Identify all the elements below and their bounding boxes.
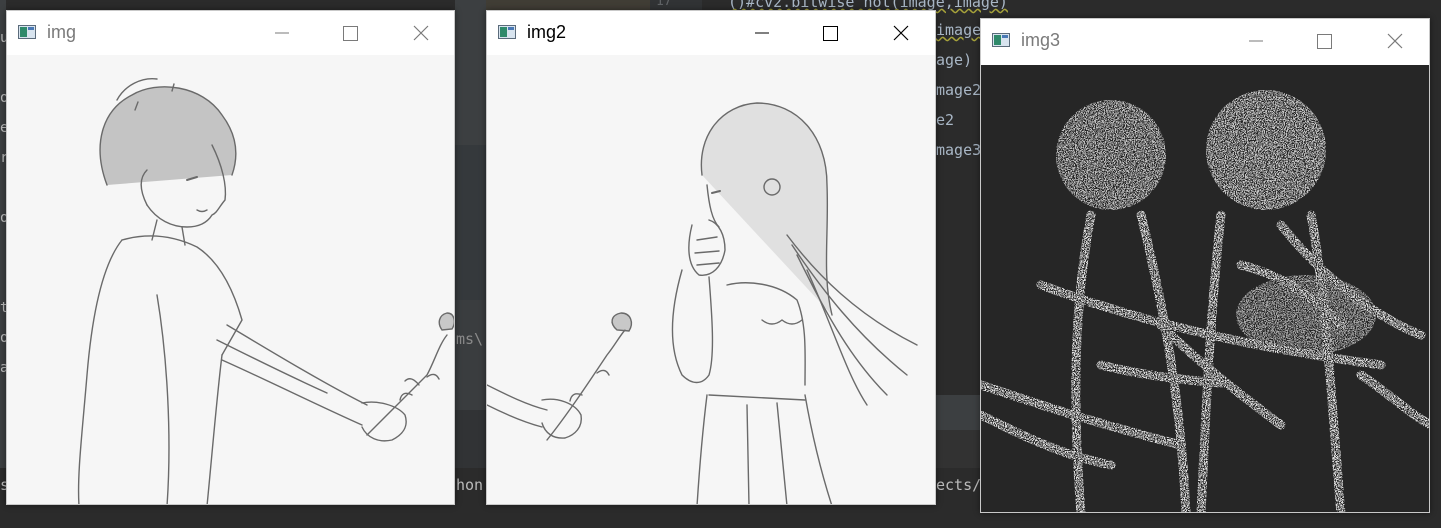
maximize-button[interactable] — [315, 11, 385, 55]
ide-panel-band — [936, 430, 986, 468]
maximize-icon — [1316, 33, 1332, 49]
window-title: img2 — [527, 22, 567, 42]
image-content-girl — [487, 55, 935, 504]
minimize-button[interactable] — [247, 11, 317, 55]
opencv-window-icon — [498, 25, 516, 39]
ide-panel-band — [936, 395, 986, 430]
opencv-window-icon — [992, 33, 1010, 47]
image-window-img[interactable]: img — [6, 10, 455, 505]
window-title: img — [47, 22, 77, 42]
code-line[interactable]: mage3 — [936, 141, 981, 159]
close-icon — [1387, 33, 1403, 49]
close-button[interactable] — [1360, 19, 1430, 63]
minimize-icon — [275, 32, 289, 34]
image-content-xor-result — [981, 65, 1429, 512]
window-titlebar[interactable]: img3 — [981, 19, 1429, 63]
image-content-boy-with-rose — [7, 55, 454, 504]
close-icon — [893, 25, 909, 41]
close-icon — [413, 25, 429, 41]
code-line[interactable]: age) — [936, 51, 972, 69]
minimize-button[interactable] — [727, 11, 797, 55]
image-window-img2[interactable]: img2 — [486, 10, 936, 505]
combined-noisy-image — [981, 90, 1429, 512]
window-titlebar[interactable]: img — [7, 11, 454, 55]
code-line[interactable]: e2 — [936, 111, 954, 129]
maximize-icon — [822, 25, 838, 41]
path-fragment: ms\ — [456, 330, 484, 348]
minimize-icon — [755, 32, 769, 34]
window-title: img3 — [1021, 30, 1061, 50]
line-number: 17 — [656, 0, 672, 9]
girl-sketch — [487, 102, 918, 504]
maximize-button[interactable] — [1289, 19, 1359, 63]
close-button[interactable] — [866, 11, 936, 55]
ide-editor-strip — [455, 0, 486, 528]
minimize-icon — [1249, 40, 1263, 42]
image-window-img3[interactable]: img3 — [980, 18, 1430, 513]
minimize-button[interactable] — [1221, 19, 1291, 63]
window-titlebar[interactable]: img2 — [487, 11, 935, 55]
console-text: ects/ — [936, 476, 982, 494]
console-text: hon — [456, 476, 484, 494]
maximize-button[interactable] — [795, 11, 865, 55]
opencv-window-icon — [18, 25, 36, 39]
code-line[interactable]: mage2 — [936, 81, 981, 99]
boy-sketch — [77, 78, 454, 504]
maximize-icon — [342, 25, 358, 41]
close-button[interactable] — [386, 11, 456, 55]
